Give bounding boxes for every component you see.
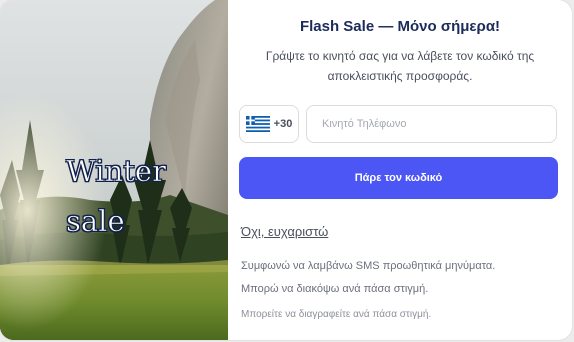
hero-image: Winter sale <box>0 0 228 340</box>
sms-signup-popup: Winter sale Flash Sale — Μόνο σήμερα! Γρ… <box>0 0 572 340</box>
hero-headline: Winter sale <box>66 146 206 246</box>
decline-link[interactable]: Όχι, ευχαριστώ <box>241 224 328 239</box>
hero-headline-line1: Winter <box>66 154 167 189</box>
get-code-button[interactable]: Πάρε τον κωδικό <box>239 157 558 199</box>
signup-form: Flash Sale — Μόνο σήμερα! Γράψτε το κινη… <box>228 0 572 340</box>
hero-headline-line2: sale <box>66 204 125 239</box>
popup-title: Flash Sale — Μόνο σήμερα! <box>299 18 501 35</box>
consent-text-line2: Μπορώ να διακόψω ανά πάσα στιγμή. <box>241 283 429 295</box>
greece-flag-icon <box>245 116 270 132</box>
dial-code: +30 <box>273 118 293 130</box>
unsubscribe-footnote: Μπορείτε να διαγραφείτε ανά πάσα στιγμή. <box>241 309 432 320</box>
popup-subtitle: Γράψτε το κινητό σας για να λάβετε τον κ… <box>265 49 535 83</box>
phone-input[interactable] <box>306 105 557 143</box>
country-code-selector[interactable]: +30 <box>239 105 299 143</box>
consent-text-line1: Συμφωνώ να λαμβάνω SMS προωθητικά μηνύμα… <box>241 260 496 272</box>
